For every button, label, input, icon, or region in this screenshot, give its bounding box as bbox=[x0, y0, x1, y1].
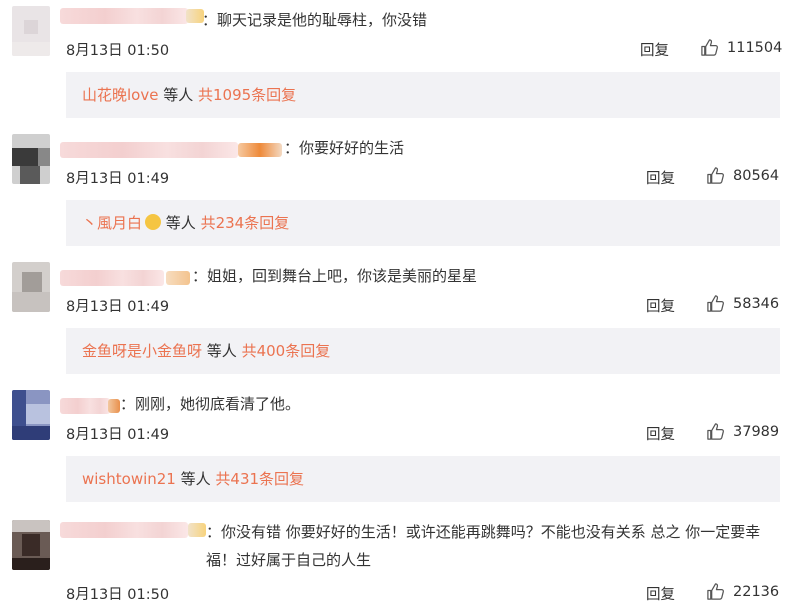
comment-text: ：聊天记录是他的耻辱柱，你没错 bbox=[202, 11, 428, 29]
avatar[interactable] bbox=[12, 134, 50, 184]
reply-user-link[interactable]: 山花晚love bbox=[82, 86, 158, 104]
comment-time: 8月13日 01:49 bbox=[66, 299, 170, 315]
like-button[interactable]: 111504 bbox=[700, 38, 782, 57]
comment-text: ：刚刚，她彻底看清了他。 bbox=[120, 395, 301, 413]
comment-time: 8月13日 01:50 bbox=[66, 43, 170, 59]
like-count: 80564 bbox=[733, 167, 780, 184]
reply-count-link[interactable]: 共431条回复 bbox=[215, 470, 304, 488]
like-button[interactable]: 22136 bbox=[706, 582, 779, 601]
reply-mid-text: 等人 bbox=[158, 86, 198, 104]
avatar[interactable] bbox=[12, 6, 50, 56]
reply-button[interactable]: 回复 bbox=[646, 295, 675, 316]
like-button[interactable]: 58346 bbox=[706, 294, 779, 313]
like-count: 58346 bbox=[733, 295, 780, 312]
reply-summary[interactable]: 丶風月白 等人 共234条回复 bbox=[66, 200, 780, 246]
avatar[interactable] bbox=[12, 262, 50, 312]
comment-text: ：你没有错 你要好好的生活！或许还能再跳舞吗？不能也没有关系 总之 你一定要幸福… bbox=[206, 523, 761, 569]
reply-count-link[interactable]: 共234条回复 bbox=[201, 214, 290, 232]
like-count: 111504 bbox=[727, 39, 783, 56]
reply-user-link[interactable]: 丶風月白 bbox=[82, 214, 142, 232]
avatar[interactable] bbox=[12, 390, 50, 440]
thumbs-up-icon bbox=[707, 423, 724, 440]
reply-button[interactable]: 回复 bbox=[646, 167, 675, 188]
badge-blurred bbox=[166, 271, 190, 285]
username-blurred[interactable] bbox=[60, 142, 238, 158]
badge-blurred bbox=[238, 143, 282, 157]
like-button[interactable]: 80564 bbox=[706, 166, 779, 185]
like-button[interactable]: 37989 bbox=[706, 422, 779, 441]
username-blurred[interactable] bbox=[60, 8, 188, 24]
comment-time: 8月13日 01:49 bbox=[66, 171, 170, 187]
reply-user-link[interactable]: 金鱼呀是小金鱼呀 bbox=[82, 342, 202, 360]
reply-count-link[interactable]: 共1095条回复 bbox=[198, 86, 296, 104]
reply-summary[interactable]: wishtowin21 等人 共431条回复 bbox=[66, 456, 780, 502]
reply-button[interactable]: 回复 bbox=[646, 583, 675, 604]
badge-blurred bbox=[108, 399, 120, 413]
reply-mid-text: 等人 bbox=[202, 342, 242, 360]
reply-button[interactable]: 回复 bbox=[640, 39, 669, 60]
thumbs-up-icon bbox=[701, 39, 718, 56]
reply-count-link[interactable]: 共400条回复 bbox=[242, 342, 331, 360]
username-blurred[interactable] bbox=[60, 398, 110, 414]
thumbs-up-icon bbox=[707, 295, 724, 312]
comment-text: ：你要好好的生活 bbox=[284, 139, 405, 157]
username-blurred[interactable] bbox=[60, 270, 164, 286]
reply-button[interactable]: 回复 bbox=[646, 423, 675, 444]
reply-summary[interactable]: 金鱼呀是小金鱼呀 等人 共400条回复 bbox=[66, 328, 780, 374]
like-count: 22136 bbox=[733, 583, 780, 600]
reply-user-link[interactable]: wishtowin21 bbox=[82, 470, 176, 488]
like-count: 37989 bbox=[733, 423, 780, 440]
comment-time: 8月13日 01:49 bbox=[66, 427, 170, 443]
reply-summary[interactable]: 山花晚love 等人 共1095条回复 bbox=[66, 72, 780, 118]
thumbs-up-icon bbox=[707, 167, 724, 184]
emoji-icon bbox=[145, 214, 162, 230]
comment-text: ：姐姐，回到舞台上吧，你该是美丽的星星 bbox=[192, 267, 478, 285]
comment-time: 8月13日 01:50 bbox=[66, 587, 170, 603]
reply-mid-text: 等人 bbox=[161, 214, 201, 232]
thumbs-up-icon bbox=[707, 583, 724, 600]
reply-mid-text: 等人 bbox=[175, 470, 216, 488]
